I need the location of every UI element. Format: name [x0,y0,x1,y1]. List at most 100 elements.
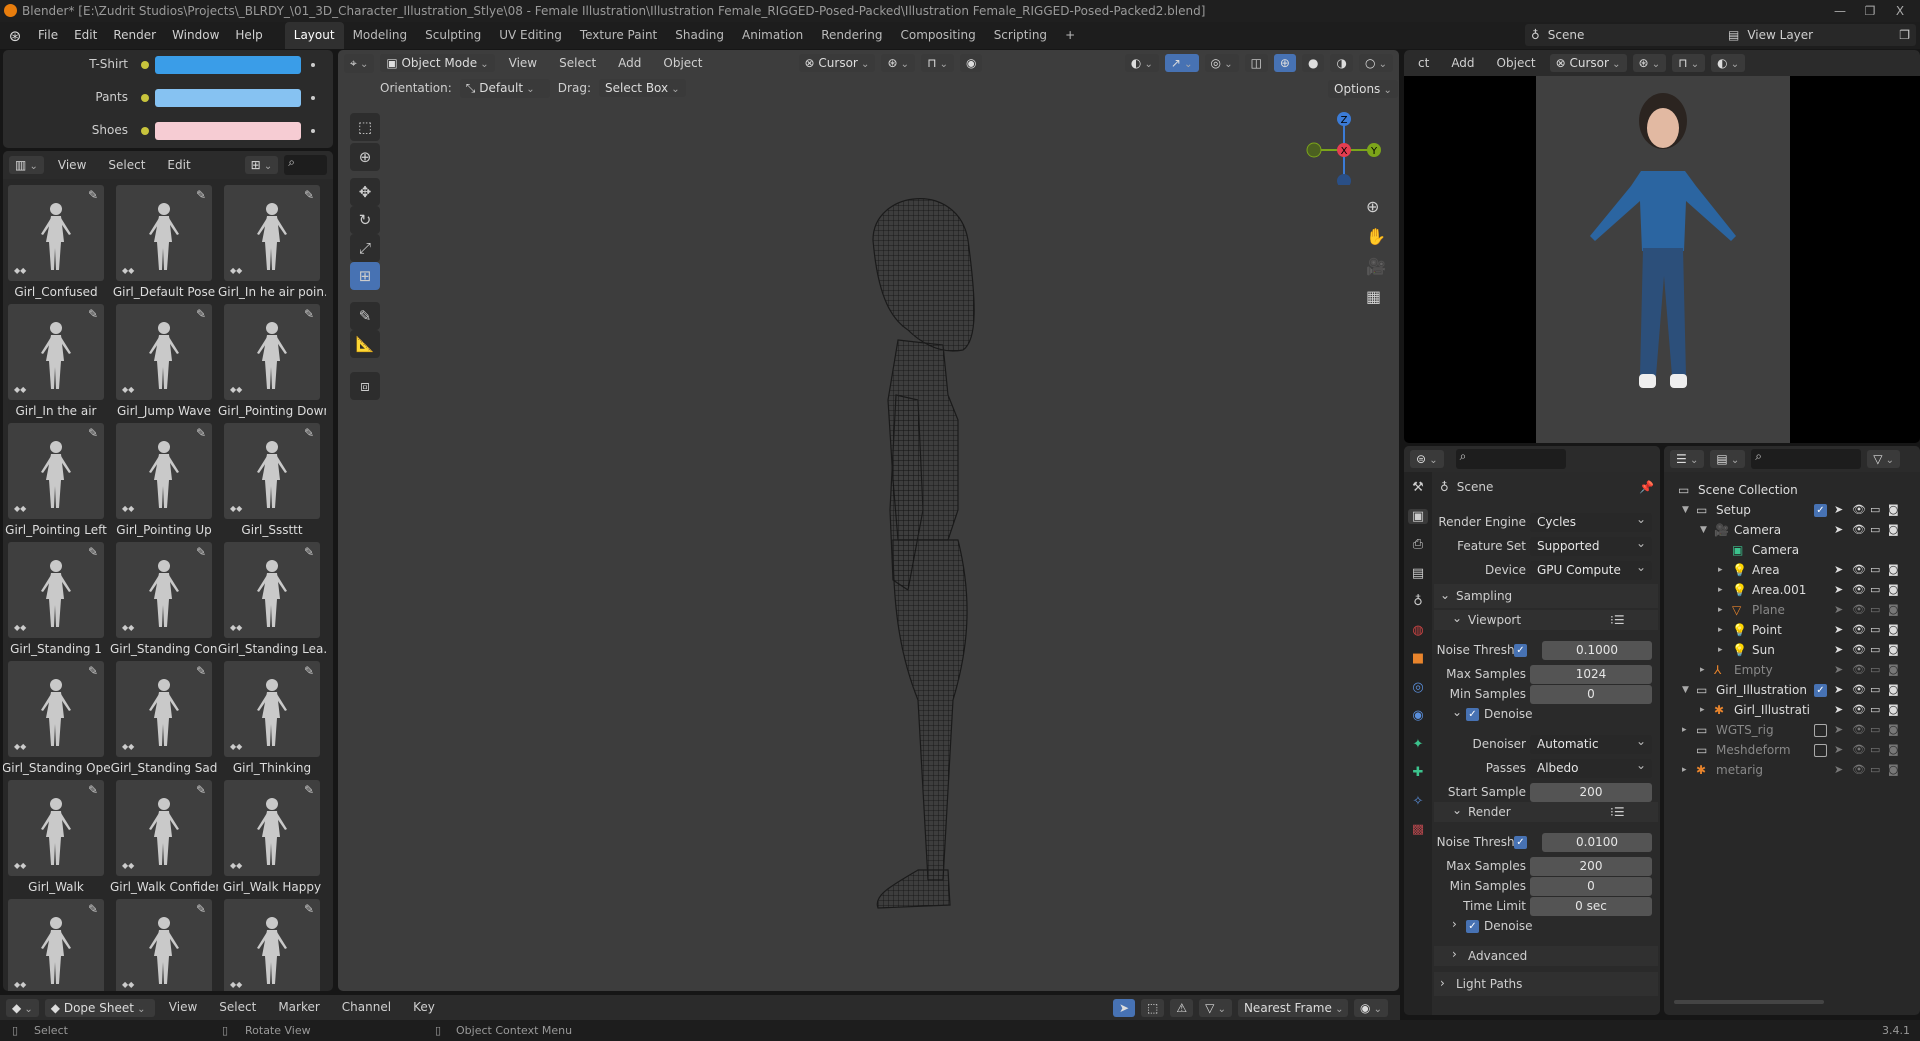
outliner-row[interactable]: ▸💡Area.001➤👁▭◙ [1664,580,1920,600]
zoom-icon[interactable]: ⊕ [1366,197,1379,216]
menu-file[interactable]: File [30,22,66,49]
edit-asset-icon[interactable]: ✎ [196,545,206,559]
subpanel-header-label[interactable]: Viewport [1468,610,1521,630]
expand-arrow-icon[interactable]: ▼ [1682,500,1689,520]
expand-arrow-icon[interactable]: ▸ [1682,720,1687,740]
annotate-icon[interactable]: ✎ [350,302,380,330]
viewport-monitor-icon[interactable]: ▭ [1870,520,1880,540]
outliner-row[interactable]: ▼🎥Camera➤👁▭◙ [1664,520,1920,540]
dope-menu-select[interactable]: Select [211,994,264,1021]
asset-thumbnail[interactable]: ◆◆✎ [116,304,212,400]
asset-thumbnail[interactable]: ◆◆✎ [224,423,320,519]
denoise-checkbox[interactable]: ✓ [1466,708,1479,721]
dope-menu-marker[interactable]: Marker [270,994,327,1021]
exclude-checkbox[interactable]: ✓ [1814,504,1827,517]
show-hidden-icon[interactable]: ⬚ [1141,999,1164,1017]
denoise-checkbox[interactable]: ✓ [1466,920,1479,933]
viewport-monitor-icon[interactable]: ▭ [1870,640,1880,660]
chevron-icon[interactable]: › [1452,944,1457,964]
editor-type-3d-viewport[interactable]: ⌖ [344,54,374,73]
blender-menu-icon[interactable]: ⊛ [0,27,30,45]
asset-thumbnail[interactable]: ◆◆✎ [8,899,104,991]
new-view-layer-icon[interactable]: ❐ [1899,28,1910,42]
close-button[interactable]: X [1880,0,1920,22]
rotate-icon[interactable]: ↻ [350,206,380,234]
viewport-menu-add[interactable]: Add [610,50,649,77]
exclude-checkbox[interactable] [1814,724,1827,737]
camera-menu-object-partial[interactable]: ct [1410,50,1437,77]
property-number-field[interactable]: 0 [1530,877,1652,896]
snap-mode-selector[interactable]: Nearest Frame [1238,999,1348,1017]
select-arrow-icon[interactable]: ➤ [1834,740,1843,760]
viewport-monitor-icon[interactable]: ▭ [1870,620,1880,640]
camera-snap-icon[interactable]: ⊓ [1672,54,1705,72]
camera-pivot-selector[interactable]: ⊗ Cursor [1550,54,1627,72]
select-box-icon[interactable]: ⬚ [350,113,380,141]
move-icon[interactable]: ✥ [350,178,380,206]
select-arrow-icon[interactable]: ➤ [1834,600,1843,620]
wireframe-shading-icon[interactable]: ⊕ [1274,54,1296,72]
decorator-dot-icon[interactable] [311,96,315,100]
ortho-grid-icon[interactable]: ▦ [1366,287,1381,306]
edit-asset-icon[interactable]: ✎ [304,664,314,678]
render-camera-icon[interactable]: ◙ [1888,680,1899,700]
expand-arrow-icon[interactable]: ▸ [1682,760,1687,780]
asset-thumbnail[interactable]: ◆◆✎ [116,780,212,876]
mode-selector[interactable]: ▣ Object Mode [380,54,494,72]
outliner-item-name[interactable]: Sun [1752,640,1775,660]
outliner-row[interactable]: ▸💡Area➤👁▭◙ [1664,560,1920,580]
eye-icon[interactable]: 👁 [1852,640,1866,660]
pin-icon[interactable]: 📌 [1639,480,1654,494]
eye-icon[interactable]: 👁 [1852,660,1866,680]
viewport-monitor-icon[interactable]: ▭ [1870,720,1880,740]
property-number-field[interactable]: 0.0100 [1542,833,1652,852]
outliner-row[interactable]: ▼▭Setup✓➤👁▭◙ [1664,500,1920,520]
edit-asset-icon[interactable]: ✎ [88,307,98,321]
armature-tab-icon[interactable]: ✦ [1408,737,1428,752]
edit-asset-icon[interactable]: ✎ [196,188,206,202]
proportional-icon[interactable]: ⊛ [881,54,915,72]
viewport-monitor-icon[interactable]: ▭ [1870,500,1880,520]
viewport-menu-view[interactable]: View [501,50,545,77]
panel-header-label[interactable]: Light Paths [1456,974,1522,994]
property-number-field[interactable]: 0.1000 [1542,641,1652,660]
outliner-item-name[interactable]: metarig [1716,760,1763,780]
select-arrow-icon[interactable]: ➤ [1834,560,1843,580]
asset-thumbnail[interactable]: ◆◆✎ [8,780,104,876]
edit-asset-icon[interactable]: ✎ [196,783,206,797]
dope-menu-channel[interactable]: Channel [334,994,399,1021]
select-arrow-icon[interactable]: ➤ [1834,680,1843,700]
render-camera-icon[interactable]: ◙ [1888,600,1899,620]
editor-type-dope-sheet[interactable]: ◆ [6,999,39,1017]
exclude-checkbox[interactable]: ✓ [1814,684,1827,697]
edit-asset-icon[interactable]: ✎ [304,902,314,916]
physics-tab-icon[interactable]: ◉ [1408,708,1428,723]
asset-thumbnail[interactable]: ◆◆✎ [116,423,212,519]
decorator-dot-icon[interactable] [311,129,315,133]
workspace-tab-compositing[interactable]: Compositing [891,22,984,49]
editor-type-outliner[interactable]: ☰ [1670,450,1704,468]
menu-edit[interactable]: Edit [66,22,105,49]
property-number-field[interactable]: 0 [1530,685,1652,704]
xray-icon[interactable]: ◫ [1245,54,1268,72]
outliner-item-name[interactable]: Setup [1716,500,1751,520]
outliner-row[interactable]: ▸✱Girl_Illustrati➤👁▭◙ [1664,700,1920,720]
outliner-item-name[interactable]: Meshdeform [1716,740,1791,760]
property-select[interactable]: Albedo [1530,759,1652,778]
select-arrow-icon[interactable]: ➤ [1834,700,1843,720]
expand-arrow-icon[interactable]: ▸ [1700,700,1705,720]
edit-asset-icon[interactable]: ✎ [88,664,98,678]
render-camera-icon[interactable]: ◙ [1888,700,1899,720]
asset-thumbnail[interactable]: ◆◆✎ [8,304,104,400]
asset-thumbnail[interactable]: ◆◆✎ [224,899,320,991]
options-button[interactable]: Options [1328,80,1398,98]
asset-thumbnail[interactable]: ◆◆✎ [224,661,320,757]
expand-arrow-icon[interactable]: ▸ [1700,660,1705,680]
workspace-tab-scripting[interactable]: Scripting [985,22,1056,49]
outliner-item-name[interactable]: Area.001 [1752,580,1806,600]
property-checkbox[interactable]: ✓ [1514,836,1527,849]
asset-thumbnail[interactable]: ◆◆✎ [8,185,104,281]
exclude-checkbox[interactable] [1814,744,1827,757]
eye-icon[interactable]: 👁 [1852,500,1866,520]
outliner-row[interactable]: ▭Meshdeform➤👁▭◙ [1664,740,1920,760]
